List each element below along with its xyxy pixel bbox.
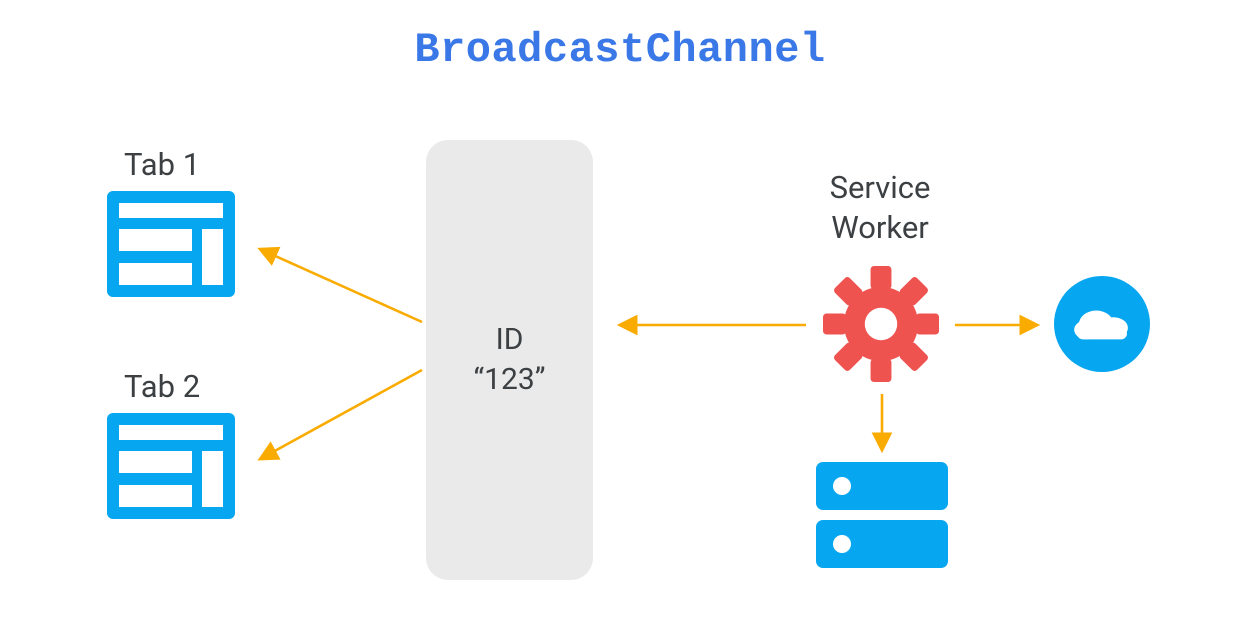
channel-id-label: ID — [496, 320, 524, 361]
storage-server-icon — [816, 462, 948, 572]
arrow-channel-to-tab2 — [262, 370, 422, 458]
service-worker-label-line1: Service — [830, 169, 931, 206]
diagram-title: BroadcastChannel — [0, 26, 1240, 74]
cloud-icon — [1054, 276, 1150, 376]
service-worker-label: Service Worker — [780, 168, 980, 249]
tab-window-icon — [107, 191, 235, 301]
diagram-stage: BroadcastChannel Tab 1 Tab 2 ID “123” Se… — [0, 0, 1240, 628]
gear-icon — [823, 266, 939, 386]
service-worker-label-line2: Worker — [831, 209, 929, 246]
tab-1-label: Tab 1 — [124, 146, 200, 183]
arrow-channel-to-tab1 — [262, 250, 422, 322]
tab-2-label: Tab 2 — [124, 368, 200, 405]
channel-id-value: “123” — [474, 360, 546, 401]
tab-window-icon — [107, 413, 235, 523]
broadcast-channel-box: ID “123” — [426, 140, 593, 580]
